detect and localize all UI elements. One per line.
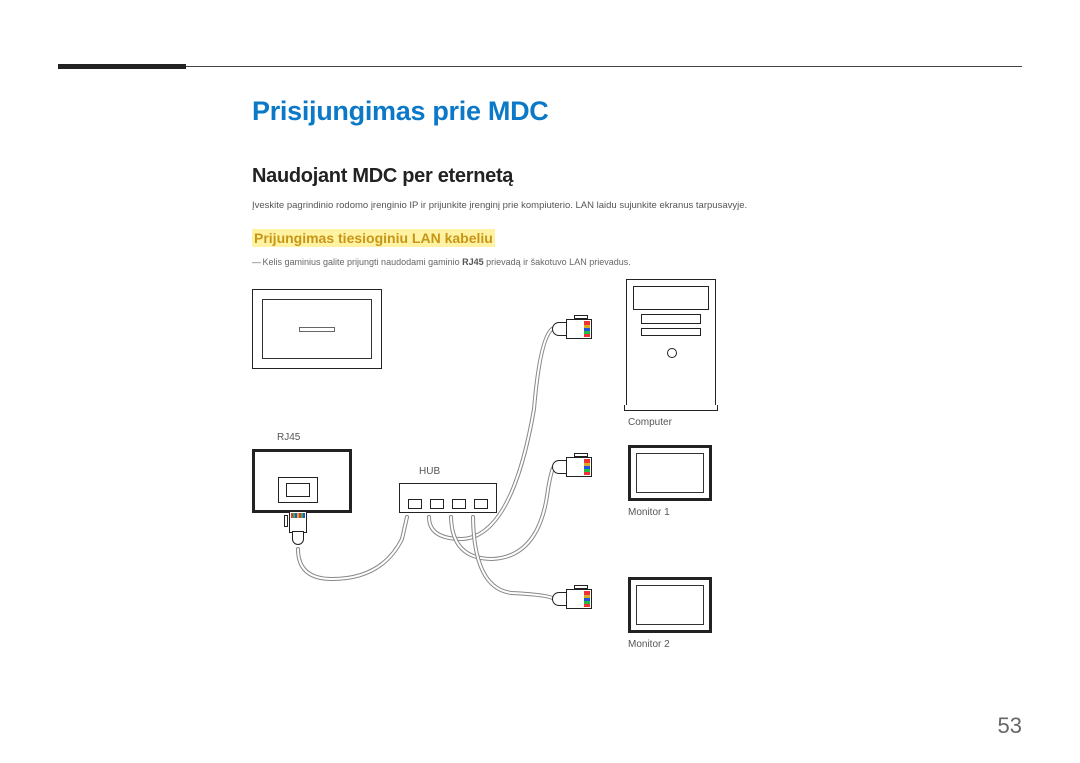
hub-label: HUB [419, 466, 440, 477]
rj45-plug-icon [286, 511, 310, 547]
rj45-label: RJ45 [277, 432, 300, 443]
monitor2-label: Monitor 2 [628, 639, 670, 650]
note-before: Kelis gaminius galite prijungti naudodam… [260, 257, 462, 267]
note-dash: ― [252, 257, 260, 267]
connection-diagram: RJ45 HUB Computer Monitor 1 Monitor 2 [252, 279, 762, 679]
rj45-plug-icon [552, 455, 596, 479]
rj45-port-icon [278, 477, 318, 503]
intro-text: Įveskite pagrindinio rodomo įrenginio IP… [252, 200, 1012, 211]
header-rule-thick [58, 64, 186, 69]
note-text: ― Kelis gaminius galite prijungti naudod… [252, 257, 1012, 267]
monitor-icon [628, 577, 712, 633]
note-after: prievadą ir šakotuvo LAN prievadus. [484, 257, 631, 267]
computer-icon [626, 279, 716, 407]
header-rule [58, 66, 1022, 67]
note-bold: RJ45 [462, 257, 484, 267]
rj45-plug-icon [552, 317, 596, 341]
subsection-heading: Prijungimas tiesioginiu LAN kabeliu [252, 229, 495, 247]
page-number: 53 [998, 713, 1022, 739]
monitor-icon [628, 445, 712, 501]
rj45-plug-icon [552, 587, 596, 611]
display-front-icon [252, 289, 382, 369]
page-title: Prisijungimas prie MDC [252, 96, 1012, 127]
section-heading: Naudojant MDC per eternetą [252, 165, 1012, 188]
computer-label: Computer [628, 417, 672, 428]
brand-logo-icon [299, 327, 335, 332]
hub-icon [399, 483, 497, 513]
monitor1-label: Monitor 1 [628, 507, 670, 518]
page-content: Prisijungimas prie MDC Naudojant MDC per… [252, 96, 1012, 679]
